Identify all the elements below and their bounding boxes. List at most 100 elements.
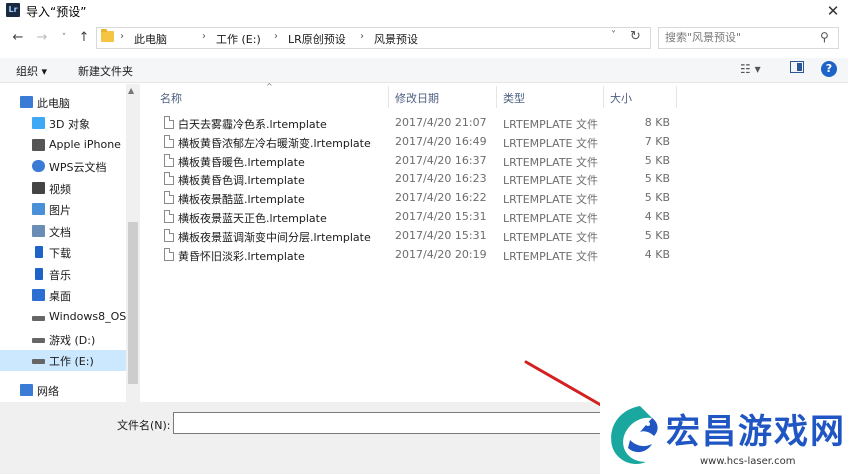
document-icon (32, 225, 45, 237)
breadcrumb-item[interactable]: 风景预设 (374, 31, 418, 47)
sidebar-item[interactable]: 文档 (0, 221, 126, 242)
watermark-dragon-logo-icon (611, 406, 658, 465)
column-divider[interactable] (676, 86, 677, 108)
image-icon (32, 203, 45, 215)
download-icon (35, 246, 43, 258)
file-size: 5 KB (644, 172, 670, 186)
column-header-type[interactable]: 类型 (503, 90, 525, 106)
view-options-icon[interactable]: ☷ ▾ (740, 62, 761, 76)
sidebar-item[interactable]: 游戏 (D:) (0, 329, 126, 350)
sidebar-item[interactable]: 音乐 (0, 264, 126, 285)
column-divider[interactable] (603, 86, 604, 108)
sidebar-item[interactable]: 网络 (0, 380, 126, 401)
file-icon (164, 247, 174, 261)
breadcrumb-item[interactable]: LR原创预设 (288, 31, 346, 47)
title-bar (0, 0, 848, 22)
sidebar-item[interactable]: Apple iPhone (0, 135, 126, 156)
sidebar-item-label: 图片 (49, 204, 71, 217)
file-row[interactable]: 横板黄昏浓郁左冷右暖渐变.lrtemplate 2017/4/20 16:49 LR… (150, 133, 690, 152)
column-divider[interactable] (388, 86, 389, 108)
sidebar-item-label: 3D 对象 (49, 118, 90, 131)
drive-icon (32, 338, 45, 343)
column-header-size[interactable]: 大小 (610, 90, 632, 106)
file-row[interactable]: 横板黄昏色调.lrtemplate 2017/4/20 16:23 LRTEMPLA… (150, 170, 690, 189)
sidebar-item-label: 音乐 (49, 269, 71, 282)
breadcrumb-separator-icon[interactable]: › (202, 31, 206, 42)
sidebar-item[interactable]: 3D 对象 (0, 113, 126, 134)
drive-icon (32, 359, 45, 364)
breadcrumb-item[interactable]: 此电脑 (134, 31, 167, 47)
file-row[interactable]: 黄昏怀旧淡彩.lrtemplate 2017/4/20 20:19 LRTEMPLA… (150, 246, 690, 265)
network-icon (20, 384, 33, 396)
computer-icon (20, 96, 33, 108)
file-row[interactable]: 白天去雾霾冷色系.lrtemplate 2017/4/20 21:07 LRTEMP… (150, 114, 690, 133)
refresh-icon[interactable]: ↻ (630, 29, 641, 44)
sort-ascending-icon: ^ (266, 82, 273, 91)
file-size: 5 KB (644, 153, 670, 167)
sidebar-item[interactable]: 图片 (0, 199, 126, 220)
column-header-date[interactable]: 修改日期 (395, 90, 439, 106)
folder-icon (101, 29, 114, 42)
breadcrumb-separator-icon[interactable]: › (274, 31, 278, 42)
file-name: 横板黄昏浓郁左冷右暖渐变.lrtemplate (178, 136, 371, 150)
sidebar-item[interactable]: 桌面 (0, 285, 126, 306)
file-name: 横板夜景蓝天正色.lrtemplate (178, 212, 327, 225)
sidebar-item-label: 工作 (E:) (49, 355, 94, 368)
file-type: LRTEMPLATE 文件 (503, 193, 598, 207)
music-icon (35, 268, 43, 280)
file-size: 4 KB (644, 247, 670, 261)
column-header-name[interactable]: 名称 (160, 90, 182, 106)
sidebar-item-label: 文档 (49, 226, 71, 239)
sidebar-item[interactable]: 工作 (E:) (0, 350, 126, 371)
scroll-up-arrow-icon[interactable]: ▲ (128, 86, 134, 95)
breadcrumb-separator-icon[interactable]: › (360, 31, 364, 42)
file-icon (164, 116, 174, 129)
file-row[interactable]: 横板夜景蓝天正色.lrtemplate 2017/4/20 15:31 LRTEMP… (150, 208, 690, 227)
scrollbar-thumb[interactable] (128, 222, 138, 384)
recent-locations-chevron-icon[interactable]: ˅ (56, 30, 72, 46)
sidebar-item-label: 此电脑 (37, 97, 70, 110)
help-icon[interactable]: ? (821, 61, 837, 77)
search-icon[interactable]: ⚲ (820, 30, 829, 44)
close-button[interactable]: ✕ (818, 0, 848, 22)
file-name: 横板黄昏暖色.lrtemplate (178, 155, 305, 169)
file-size: 7 KB (644, 134, 670, 148)
preview-pane-icon[interactable] (790, 61, 804, 73)
file-type: LRTEMPLATE 文件 (503, 230, 598, 244)
breadcrumb-separator-icon[interactable]: › (120, 31, 124, 42)
sidebar-item[interactable]: 此电脑 (0, 92, 126, 113)
file-icon (164, 172, 174, 186)
file-size: 5 KB (644, 191, 670, 205)
sidebar-item[interactable]: WPS云文档 (0, 156, 126, 177)
address-dropdown-icon[interactable]: ˅ (611, 30, 616, 41)
desktop-icon (32, 289, 45, 301)
file-name: 横板夜景蓝调渐变中间分层.lrtemplate (178, 230, 371, 244)
file-icon (164, 210, 174, 223)
file-row[interactable]: 横板夜景蓝调渐变中间分层.lrtemplate 2017/4/20 15:31 LR… (150, 227, 690, 246)
sidebar-item-label: 游戏 (D:) (49, 334, 96, 347)
file-size: 5 KB (644, 228, 670, 242)
breadcrumb-item[interactable]: 工作 (E:) (216, 31, 261, 47)
file-name: 横板黄昏色调.lrtemplate (178, 174, 305, 188)
film-icon (32, 182, 45, 194)
sidebar-item-label: 桌面 (49, 290, 71, 303)
cube-icon (32, 117, 45, 129)
sidebar-item[interactable]: 视频 (0, 178, 126, 199)
sidebar-item[interactable]: Windows8_OS (0, 307, 126, 328)
file-row[interactable]: 横板黄昏暖色.lrtemplate 2017/4/20 16:37 LRTEMPLA… (150, 152, 690, 171)
sidebar-item[interactable]: 下载 (0, 242, 126, 263)
file-name: 白天去雾霾冷色系.lrtemplate (178, 118, 327, 131)
column-divider[interactable] (496, 86, 497, 108)
file-size: 4 KB (644, 210, 670, 223)
new-folder-button[interactable]: 新建文件夹 (78, 63, 133, 79)
organize-button[interactable]: 组织 ▾ (16, 63, 47, 79)
file-row[interactable]: 横板夜景酷蓝.lrtemplate 2017/4/20 16:22 LRTEMPLA… (150, 189, 690, 208)
file-date: 2017/4/20 21:07 (395, 116, 487, 129)
file-type: LRTEMPLATE 文件 (503, 212, 598, 225)
file-date: 2017/4/20 15:31 (395, 210, 487, 223)
back-arrow-icon[interactable]: ← (10, 30, 26, 46)
cloud-icon (32, 160, 45, 172)
search-input[interactable] (665, 31, 815, 44)
forward-arrow-icon[interactable]: → (34, 30, 50, 46)
up-arrow-icon[interactable]: ↑ (76, 30, 92, 46)
